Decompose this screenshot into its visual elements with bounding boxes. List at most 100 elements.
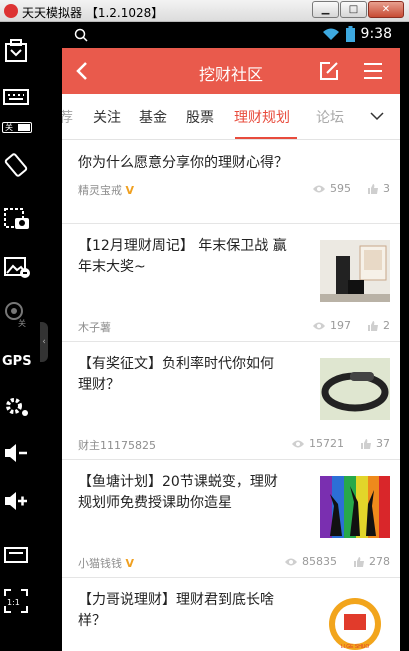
emulator-titlebar: 天天模拟器 【1.2.1028】 ▁ □ ✕ <box>0 0 409 22</box>
post-item[interactable]: 【鱼塘计划】20节课蜕变，理财 规划师免费授课助你造星 小猫钱钱 V 85835… <box>62 460 400 578</box>
post-title[interactable]: 你为什么愿意分享你的理财心得？ <box>78 153 288 174</box>
tab-financial-planning[interactable]: 理财规划 <box>234 107 290 127</box>
post-author[interactable]: 木子薯 <box>78 319 111 335</box>
author-name: 财主11175825 <box>78 439 156 452</box>
close-window-button[interactable]: ✕ <box>368 1 404 18</box>
post-stats: 595 3 <box>312 182 390 195</box>
tab-stock[interactable]: 股票 <box>186 107 214 127</box>
like-count: 2 <box>383 319 390 332</box>
volume-up-icon <box>5 492 27 510</box>
view-count: 595 <box>330 182 351 195</box>
eye-icon <box>313 322 325 329</box>
tab-fund[interactable]: 基金 <box>139 107 167 127</box>
post-stats: 197 2 <box>312 319 390 332</box>
keyboard-icon <box>3 89 29 105</box>
volume-up-button[interactable] <box>0 482 40 522</box>
toggle-label: 关 <box>5 123 13 132</box>
post-title-line: 年末大奖~ <box>78 259 146 275</box>
fitness-band-image <box>320 358 390 420</box>
screenshot-button[interactable] <box>0 200 40 240</box>
thumbs-up-icon <box>368 183 378 194</box>
post-title-line: 【鱼塘计划】20节课蜕变，理财 <box>78 474 278 490</box>
apk-install-button[interactable] <box>0 32 40 72</box>
post-thumbnail[interactable]: LI GE SHUO <box>320 594 390 651</box>
post-author[interactable]: 精灵宝戒 V <box>78 182 134 198</box>
menu-icon <box>4 547 28 563</box>
gallery-button[interactable] <box>0 248 40 288</box>
post-title-line: 理财？ <box>78 377 120 393</box>
search-icon[interactable] <box>74 28 88 42</box>
author-name: 木子薯 <box>78 321 111 334</box>
category-tabs: 荐 关注 基金 股票 理财规划 论坛 <box>62 94 400 140</box>
eye-icon <box>313 185 325 192</box>
keyboard-button[interactable]: 关 <box>0 80 40 133</box>
post-item[interactable]: 【有奖征文】负利率时代你如何 理财？ 财主11175825 15721 37 <box>62 342 400 460</box>
post-thumbnail[interactable] <box>320 358 390 420</box>
rotate-icon <box>4 153 28 177</box>
post-author[interactable]: 财主11175825 <box>78 437 156 453</box>
battery-icon <box>345 26 355 42</box>
author-name: 精灵宝戒 <box>78 184 122 197</box>
badge-text: LI GE SHUO <box>341 644 370 650</box>
gear-icon <box>6 398 28 416</box>
hamburger-menu-icon[interactable] <box>362 60 384 82</box>
author-name: 小猫钱钱 <box>78 557 122 570</box>
ratio-label: 1:1 <box>7 598 20 607</box>
phone-screen: 9:38 挖财社区 荐 关注 基金 股票 理财规划 论坛 你为什么愿意分享你的理… <box>62 22 400 651</box>
like-count: 37 <box>376 437 390 450</box>
sidebar-collapse-tab[interactable]: ‹ <box>40 322 48 362</box>
thumbs-up-icon <box>361 438 371 449</box>
post-title-line: 规划师免费授课助你造星 <box>78 495 232 511</box>
maximize-button[interactable]: □ <box>340 1 367 18</box>
app-header: 挖财社区 <box>62 48 400 94</box>
post-stats: 15721 37 <box>291 437 390 450</box>
minimize-button[interactable]: ▁ <box>312 1 339 18</box>
emulator-logo-icon <box>4 4 18 18</box>
thumbs-up-icon <box>354 556 364 567</box>
eye-icon <box>285 558 297 565</box>
vip-badge: V <box>125 184 135 197</box>
camera-state-label: 关 <box>18 319 26 328</box>
compose-icon[interactable] <box>318 60 340 82</box>
post-thumbnail[interactable] <box>320 476 390 538</box>
gps-button[interactable]: GPS <box>0 342 40 382</box>
volume-down-button[interactable] <box>0 434 40 474</box>
keyboard-toggle[interactable]: 关 <box>2 122 32 133</box>
like-count: 3 <box>383 182 390 195</box>
emulator-sidebar: 关 关 GPS 1:1 ‹ <box>0 22 48 651</box>
dancers-image <box>320 476 390 538</box>
post-item[interactable]: 【力哥说理财】理财君到底长啥 样？ LI GE SHUO <box>62 578 400 651</box>
tab-recommend[interactable]: 荐 <box>62 107 73 127</box>
post-title-line: 样？ <box>78 613 106 629</box>
emulator-title: 天天模拟器 【1.2.1028】 <box>22 6 164 20</box>
post-thumbnail[interactable] <box>320 240 390 302</box>
image-icon <box>4 257 30 278</box>
post-item[interactable]: 你为什么愿意分享你的理财心得？ 精灵宝戒 V 595 3 <box>62 140 400 224</box>
badge-image: LI GE SHUO <box>329 598 381 650</box>
post-title-line: 【12月理财周记】 年末保卫战 赢 <box>78 238 287 254</box>
status-time: 9:38 <box>360 26 392 42</box>
like-count: 278 <box>369 555 390 568</box>
chevron-down-icon[interactable] <box>369 108 385 124</box>
view-count: 197 <box>330 319 351 332</box>
screenshot-icon <box>4 208 29 229</box>
rotate-button[interactable] <box>0 146 40 186</box>
gps-label: GPS <box>2 354 32 369</box>
tab-forum[interactable]: 论坛 <box>316 107 344 127</box>
camera-button[interactable]: 关 <box>0 294 40 334</box>
post-author[interactable]: 小猫钱钱 V <box>78 555 134 571</box>
post-item[interactable]: 【12月理财周记】 年末保卫战 赢 年末大奖~ 木子薯 197 2 <box>62 224 400 342</box>
settings-button[interactable] <box>0 388 40 428</box>
post-title[interactable]: 【12月理财周记】 年末保卫战 赢 年末大奖~ <box>78 236 287 278</box>
ratio-button[interactable]: 1:1 <box>0 582 40 622</box>
post-stats: 85835 278 <box>284 555 390 568</box>
gift-bags-image <box>320 240 390 302</box>
menu-button[interactable] <box>0 538 40 578</box>
tab-follow[interactable]: 关注 <box>93 107 121 127</box>
status-bar: 9:38 <box>62 22 400 48</box>
view-count: 85835 <box>302 555 337 568</box>
post-title[interactable]: 【有奖征文】负利率时代你如何 理财？ <box>78 354 274 396</box>
post-title[interactable]: 【力哥说理财】理财君到底长啥 样？ <box>78 590 274 632</box>
view-count: 15721 <box>309 437 344 450</box>
post-title[interactable]: 【鱼塘计划】20节课蜕变，理财 规划师免费授课助你造星 <box>78 472 278 514</box>
